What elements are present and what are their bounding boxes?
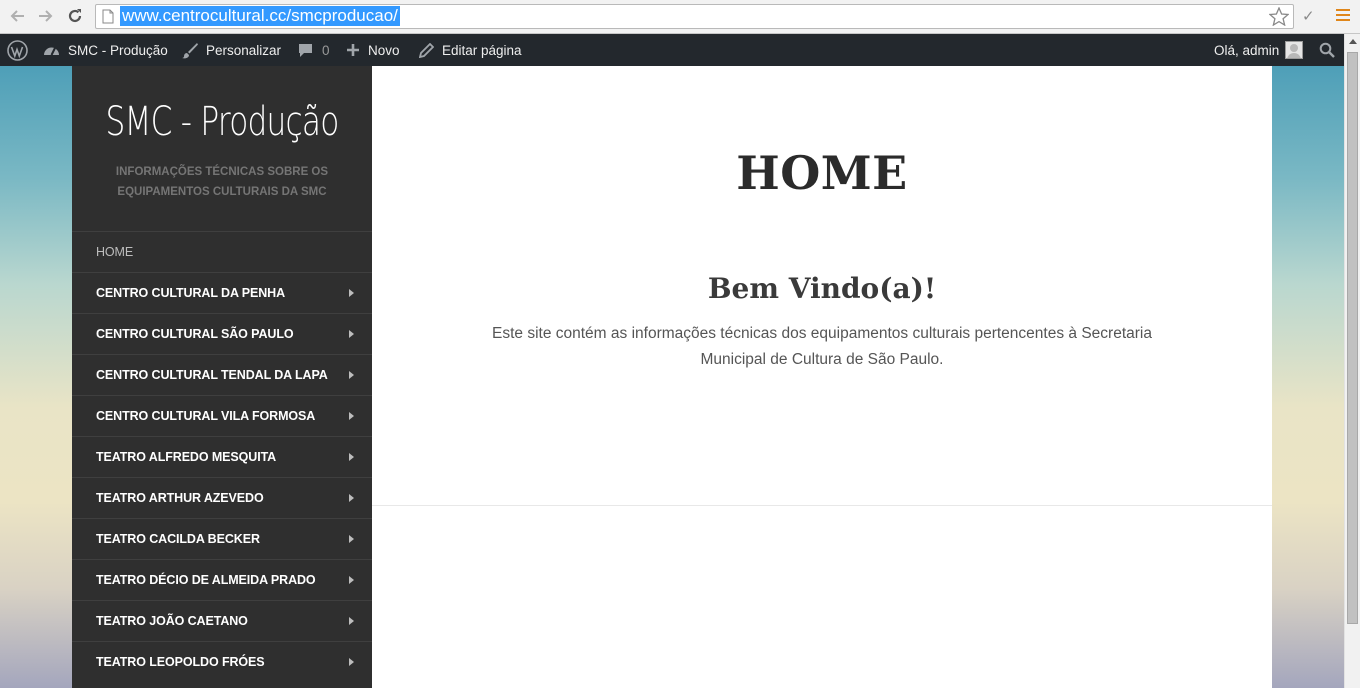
comment-icon bbox=[299, 43, 312, 57]
menu-item-label: HOME bbox=[96, 245, 134, 259]
arrow-right-icon bbox=[39, 10, 53, 22]
edit-page-label: Editar página bbox=[442, 42, 522, 58]
intro-paragraph: Este site contém as informações técnicas… bbox=[492, 325, 1152, 368]
menu-item-label: TEATRO CACILDA BECKER bbox=[96, 532, 260, 546]
address-bar[interactable]: www.centrocultural.cc/smcproducao/ bbox=[95, 4, 1294, 29]
site-description: INFORMAÇÕES TÉCNICAS SOBRE OS EQUIPAMENT… bbox=[115, 166, 329, 198]
menu-item-label: TEATRO JOÃO CAETANO bbox=[96, 614, 248, 628]
caret-right-icon bbox=[349, 658, 354, 666]
menu-item-leopoldo-froes[interactable]: TEATRO LEOPOLDO FRÓES bbox=[72, 641, 372, 682]
admin-bar-new[interactable]: Novo bbox=[346, 34, 400, 66]
admin-bar-customize[interactable]: Personalizar bbox=[181, 34, 281, 66]
admin-bar-comments[interactable]: 0 bbox=[298, 34, 330, 66]
caret-right-icon bbox=[349, 412, 354, 420]
menu-item-label: TEATRO DÉCIO DE ALMEIDA PRADO bbox=[96, 573, 316, 587]
new-label: Novo bbox=[368, 42, 400, 58]
browser-toolbar: www.centrocultural.cc/smcproducao/ ✓ bbox=[0, 0, 1360, 34]
search-icon bbox=[1319, 42, 1335, 58]
page-icon bbox=[102, 9, 114, 24]
wordpress-logo-icon[interactable] bbox=[7, 34, 28, 66]
menu-item-cacilda-becker[interactable]: TEATRO CACILDA BECKER bbox=[72, 518, 372, 559]
paintbrush-icon bbox=[182, 42, 198, 58]
url-text[interactable]: www.centrocultural.cc/smcproducao/ bbox=[120, 6, 400, 26]
pencil-icon bbox=[419, 42, 434, 58]
menu-item-label: CENTRO CULTURAL TENDAL DA LAPA bbox=[96, 368, 328, 382]
menu-item-alfredo-mesquita[interactable]: TEATRO ALFREDO MESQUITA bbox=[72, 436, 372, 477]
admin-bar-edit-page[interactable]: Editar página bbox=[419, 34, 522, 66]
back-button[interactable] bbox=[6, 6, 28, 26]
caret-right-icon bbox=[349, 617, 354, 625]
dashboard-icon bbox=[44, 47, 59, 56]
menu-item-decio-de-almeida-prado[interactable]: TEATRO DÉCIO DE ALMEIDA PRADO bbox=[72, 559, 372, 600]
caret-right-icon bbox=[349, 576, 354, 584]
caret-right-icon bbox=[349, 535, 354, 543]
menu-item-sao-paulo[interactable]: CENTRO CULTURAL SÃO PAULO bbox=[72, 313, 372, 354]
menu-item-joao-caetano[interactable]: TEATRO JOÃO CAETANO bbox=[72, 600, 372, 641]
sidebar: SMC - Produção INFORMAÇÕES TÉCNICAS SOBR… bbox=[72, 66, 372, 688]
caret-right-icon bbox=[349, 289, 354, 297]
menu-item-label: TEATRO ARTHUR AZEVEDO bbox=[96, 491, 264, 505]
comments-count: 0 bbox=[322, 42, 330, 58]
caret-right-icon bbox=[349, 494, 354, 502]
customize-label: Personalizar bbox=[206, 42, 282, 58]
menu-item-label: CENTRO CULTURAL DA PENHA bbox=[96, 286, 286, 300]
vertical-scrollbar[interactable] bbox=[1344, 34, 1360, 688]
menu-item-home[interactable]: HOME bbox=[72, 231, 372, 272]
scroll-thumb[interactable] bbox=[1347, 52, 1358, 624]
menu-item-penha[interactable]: CENTRO CULTURAL DA PENHA bbox=[72, 272, 372, 313]
menu-item-label: TEATRO ALFREDO MESQUITA bbox=[96, 450, 277, 464]
main-menu: HOME CENTRO CULTURAL DA PENHA CENTRO CUL… bbox=[72, 231, 372, 682]
menu-item-vila-formosa[interactable]: CENTRO CULTURAL VILA FORMOSA bbox=[72, 395, 372, 436]
admin-bar-account[interactable]: Olá, admin bbox=[1214, 34, 1304, 66]
site-title[interactable]: SMC - Produção bbox=[105, 92, 339, 152]
menu-item-tendal-da-lapa[interactable]: CENTRO CULTURAL TENDAL DA LAPA bbox=[72, 354, 372, 395]
greeting-label: Olá, admin bbox=[1214, 42, 1280, 58]
menu-item-label: TEATRO LEOPOLDO FRÓES bbox=[96, 655, 265, 669]
main-content: HOME Bem Vindo(a)! Este site contém as i… bbox=[372, 66, 1272, 688]
browser-menu-icon[interactable] bbox=[1336, 9, 1350, 23]
page-title: HOME bbox=[736, 146, 908, 200]
admin-bar-search[interactable] bbox=[1319, 34, 1335, 66]
caret-right-icon bbox=[349, 330, 354, 338]
menu-item-label: CENTRO CULTURAL VILA FORMOSA bbox=[96, 409, 316, 423]
scroll-up-icon[interactable] bbox=[1349, 39, 1357, 44]
arrow-left-icon bbox=[10, 10, 24, 22]
wp-admin-bar: SMC - Produção Personalizar 0 Novo Edita… bbox=[0, 34, 1344, 66]
caret-right-icon bbox=[349, 371, 354, 379]
content-divider bbox=[372, 505, 1272, 506]
bookmark-star-icon[interactable] bbox=[1269, 7, 1289, 26]
caret-right-icon bbox=[349, 453, 354, 461]
reload-icon bbox=[68, 9, 82, 23]
extension-check-icon[interactable]: ✓ bbox=[1302, 7, 1315, 25]
admin-bar-site-name[interactable]: SMC - Produção bbox=[43, 34, 168, 66]
avatar bbox=[1285, 41, 1304, 59]
forward-button[interactable] bbox=[35, 6, 57, 26]
menu-item-arthur-azevedo[interactable]: TEATRO ARTHUR AZEVEDO bbox=[72, 477, 372, 518]
welcome-heading: Bem Vindo(a)! bbox=[707, 272, 937, 305]
menu-item-label: CENTRO CULTURAL SÃO PAULO bbox=[96, 327, 294, 341]
reload-button[interactable] bbox=[64, 6, 86, 26]
site-name-label: SMC - Produção bbox=[68, 42, 168, 58]
plus-icon bbox=[347, 44, 359, 56]
